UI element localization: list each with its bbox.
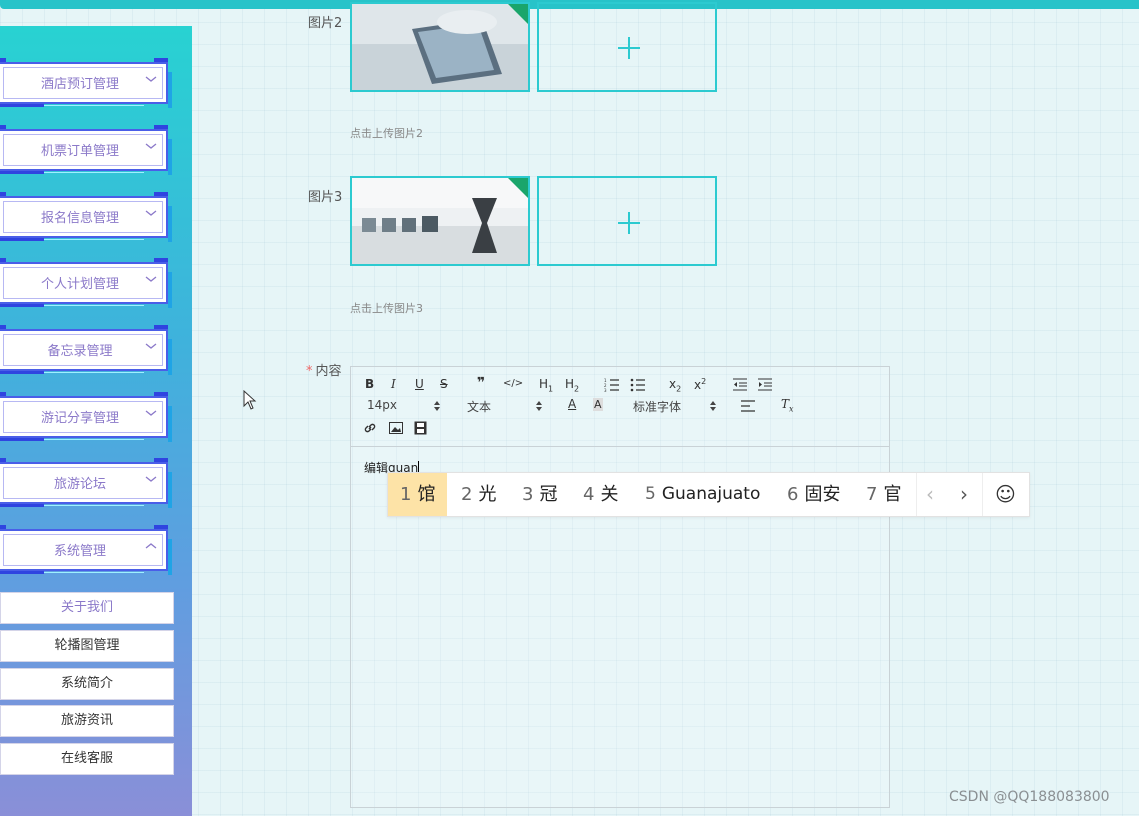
- outdent-icon[interactable]: [733, 378, 747, 391]
- sidebar-item-travel-notes[interactable]: 游记分享管理: [0, 392, 172, 442]
- chevron-down-icon: [145, 143, 157, 149]
- blockquote-button[interactable]: ❞: [477, 375, 485, 391]
- sidebar-item-label: 备忘录管理: [47, 344, 113, 359]
- image2-thumbnail[interactable]: [350, 2, 530, 92]
- editor-toolbar: B I U S ❞ </> H1 H2 123 x2 x2 14px 文本 A …: [351, 367, 889, 447]
- sidebar-item-personal-plan[interactable]: 个人计划管理: [0, 258, 172, 308]
- superscript-button[interactable]: x2: [694, 377, 706, 392]
- plus-icon: [618, 212, 640, 234]
- image2-hint: 点击上传图片2: [350, 127, 423, 140]
- ime-candidate[interactable]: 2光: [461, 473, 496, 516]
- font-family-select[interactable]: 标准字体: [633, 398, 681, 415]
- strikethrough-button[interactable]: S: [440, 377, 448, 391]
- image3-upload-button[interactable]: [537, 176, 717, 266]
- bold-button[interactable]: B: [365, 377, 374, 391]
- ime-emoji-icon[interactable]: ☺: [995, 473, 1016, 516]
- sidebar-item-label: 机票订单管理: [40, 144, 119, 159]
- ime-candidate[interactable]: 1馆: [388, 473, 448, 516]
- select-arrows-icon: [710, 401, 716, 411]
- chevron-down-icon: [145, 276, 157, 282]
- italic-button[interactable]: I: [391, 377, 396, 391]
- image2-label: 图片2: [308, 16, 343, 31]
- sidebar-item-hotel-booking[interactable]: 酒店预订管理: [0, 58, 172, 108]
- sidebar-item-travel-forum[interactable]: 旅游论坛: [0, 458, 172, 508]
- submenu-item-travel-news[interactable]: 旅游资讯: [0, 705, 174, 737]
- rich-text-editor: B I U S ❞ </> H1 H2 123 x2 x2 14px 文本 A …: [350, 366, 890, 808]
- ime-candidate[interactable]: 6 固安: [787, 473, 840, 516]
- code-button[interactable]: </>: [503, 378, 523, 389]
- h1-button[interactable]: H1: [539, 377, 553, 393]
- image3-label: 图片3: [308, 190, 343, 205]
- svg-text:3: 3: [604, 388, 607, 392]
- chevron-up-icon: [145, 543, 157, 549]
- image3-hint: 点击上传图片3: [350, 302, 423, 315]
- sidebar-item-memo[interactable]: 备忘录管理: [0, 325, 172, 375]
- content-label: * 内容: [306, 364, 342, 379]
- subscript-button[interactable]: x2: [669, 377, 681, 393]
- background-color-button[interactable]: A: [593, 398, 603, 411]
- clear-format-button[interactable]: Tx: [781, 397, 794, 413]
- ime-candidate-bar: 1馆 2光 3冠 4关 5 Guanajuato 6 固安 7官 ‹ › ☺: [387, 472, 1030, 517]
- font-color-button[interactable]: A: [568, 397, 576, 411]
- align-left-icon[interactable]: [741, 400, 755, 412]
- meeting-room-photo: [352, 178, 528, 264]
- image3-thumbnail[interactable]: [350, 176, 530, 266]
- sidebar-item-system[interactable]: 系统管理: [0, 525, 172, 575]
- ime-candidate[interactable]: 4关: [583, 473, 618, 516]
- indent-icon[interactable]: [758, 378, 772, 391]
- chevron-down-icon: [145, 210, 157, 216]
- submenu-item-carousel[interactable]: 轮播图管理: [0, 630, 174, 662]
- plus-icon: [618, 37, 640, 59]
- select-arrows-icon: [434, 401, 440, 411]
- font-size-select[interactable]: 14px: [367, 398, 397, 412]
- submenu-item-about-us[interactable]: 关于我们: [0, 592, 174, 624]
- sidebar-item-registration[interactable]: 报名信息管理: [0, 192, 172, 242]
- sidebar: 酒店预订管理 机票订单管理 报名信息管理 个人计划管理 备忘录管理 游记分享管理: [0, 26, 192, 816]
- select-arrows-icon: [536, 401, 542, 411]
- ime-candidate[interactable]: 3冠: [522, 473, 557, 516]
- image2-upload-button[interactable]: [537, 2, 717, 92]
- video-icon[interactable]: [414, 421, 427, 435]
- link-icon[interactable]: [363, 421, 377, 435]
- chevron-down-icon: [145, 476, 157, 482]
- underline-button[interactable]: U: [415, 377, 424, 391]
- sidebar-item-flight-orders[interactable]: 机票订单管理: [0, 125, 172, 175]
- sidebar-item-label: 个人计划管理: [40, 277, 119, 292]
- text-style-select[interactable]: 文本: [467, 398, 491, 415]
- sidebar-item-label: 报名信息管理: [40, 211, 119, 226]
- chevron-down-icon: [145, 343, 157, 349]
- mouse-pointer-icon: [243, 390, 257, 410]
- watermark: CSDN @QQ188083800: [949, 789, 1110, 805]
- ime-prev-page-icon[interactable]: ‹: [926, 473, 934, 516]
- h2-button[interactable]: H2: [565, 377, 579, 393]
- image-icon[interactable]: [389, 422, 403, 434]
- sidebar-item-label: 旅游论坛: [53, 477, 106, 492]
- submenu-item-system-intro[interactable]: 系统简介: [0, 668, 174, 700]
- ime-candidate[interactable]: 5 Guanajuato: [645, 473, 760, 516]
- bullet-list-icon[interactable]: [630, 378, 646, 392]
- sidebar-item-label: 系统管理: [53, 544, 106, 559]
- ordered-list-icon[interactable]: 123: [604, 378, 620, 392]
- submenu-item-online-service[interactable]: 在线客服: [0, 743, 174, 775]
- chevron-down-icon: [145, 76, 157, 82]
- sidebar-item-label: 酒店预订管理: [40, 77, 119, 92]
- chevron-down-icon: [145, 410, 157, 416]
- ime-next-page-icon[interactable]: ›: [960, 473, 968, 516]
- sidebar-item-label: 游记分享管理: [40, 411, 119, 426]
- tablet-photo: [352, 4, 528, 90]
- ime-candidate[interactable]: 7官: [866, 473, 901, 516]
